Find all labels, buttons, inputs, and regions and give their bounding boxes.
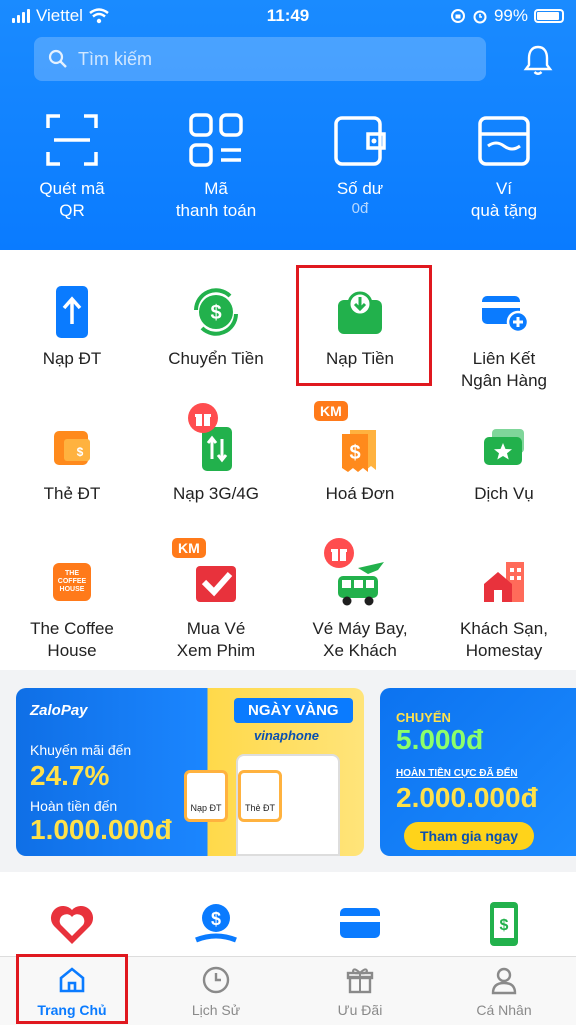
join-now-button: Tham gia ngay [404, 822, 535, 850]
hotel-icon [484, 562, 524, 602]
zalopay-logo: ZaloPay [30, 702, 88, 719]
highlight-box-home [16, 954, 128, 1024]
golden-day-tag: NGÀY VÀNG [234, 698, 353, 723]
svg-text:$: $ [210, 302, 221, 324]
svg-text:$: $ [500, 917, 509, 934]
tile-phone-topup: Nạp ĐT [184, 770, 228, 822]
money-hand-icon[interactable]: $ [192, 900, 240, 948]
quick-balance[interactable]: Số dư 0đ [288, 112, 432, 222]
service-services[interactable]: Dịch Vụ [432, 415, 576, 505]
battery-percent: 99% [493, 6, 528, 25]
service-hotel[interactable]: Khách Sạn, Homestay [432, 550, 576, 662]
nav-history[interactable]: Lịch Sử [144, 957, 288, 1025]
battery-icon [534, 9, 564, 23]
transfer-money-icon: $ [194, 288, 238, 336]
refund-amount: 1.000.000đ [30, 814, 172, 845]
km-badge: KM [172, 538, 206, 558]
quick-payment-code[interactable]: Mã thanh toán [144, 112, 288, 222]
cashback-amount: 2.000.000đ [396, 782, 538, 813]
services-row-2: $ $ [0, 872, 576, 956]
highlight-box-deposit [296, 265, 432, 386]
service-bank-link[interactable]: Liên Kết Ngân Hàng [432, 280, 576, 392]
gift-icon [195, 414, 211, 426]
bell-icon[interactable] [520, 42, 556, 78]
gift-wallet-icon [478, 116, 530, 166]
promo-banners: ZaloPay Khuyến mãi đến 24.7% Hoàn tiền đ… [0, 670, 576, 870]
services-icon [484, 429, 524, 465]
service-phone-card[interactable]: $ Thẻ ĐT [0, 415, 144, 505]
service-coffee-house[interactable]: THE COFFEE HOUSE The Coffee House [0, 550, 144, 662]
banner-zalopay-golden-day[interactable]: ZaloPay Khuyến mãi đến 24.7% Hoàn tiền đ… [16, 688, 364, 856]
quick-gift-wallet[interactable]: Ví quà tặng [432, 112, 576, 222]
service-flight-bus[interactable]: Vé Máy Bay, Xe Khách [288, 538, 432, 662]
phone-money-icon[interactable]: $ [486, 900, 522, 948]
payment-code-icon [189, 113, 243, 167]
rotation-lock-icon [450, 9, 465, 23]
bill-icon: $ [342, 430, 376, 472]
header-area: Viettel 11:49 99% Tìm kiếm Quét mã QR Mã… [0, 0, 576, 250]
bank-link-icon [482, 296, 530, 334]
banner-transfer-cashback[interactable]: CHUYỂN 5.000đ HOÀN TIỀN CỰC ĐÃ ĐẾN 2.000… [380, 688, 576, 856]
promo-percent: 24.7% [30, 760, 110, 791]
card-icon[interactable] [338, 906, 382, 940]
svg-text:$: $ [77, 445, 84, 459]
clock-icon [202, 966, 230, 994]
gift-icon [331, 549, 347, 561]
search-bar[interactable]: Tìm kiếm [34, 37, 486, 81]
wallet-icon [334, 116, 386, 166]
service-movie-ticket[interactable]: KM Mua Vé Xem Phim [144, 538, 288, 662]
phone-topup-icon [56, 286, 88, 338]
heart-icon[interactable] [48, 902, 96, 946]
status-bar: Viettel 11:49 99% [0, 0, 576, 32]
service-bill[interactable]: $ KM Hoá Đơn [288, 401, 432, 505]
movie-ticket-icon [196, 566, 236, 602]
transfer-amount: 5.000đ [396, 724, 484, 755]
svg-text:$: $ [349, 442, 360, 464]
service-phone-topup[interactable]: Nạp ĐT [0, 280, 144, 370]
vinaphone-logo: vinaphone [254, 728, 320, 743]
nav-profile[interactable]: Cá Nhân [432, 957, 576, 1025]
tile-phone-card: Thẻ ĐT [238, 770, 282, 822]
coffee-house-icon: THE COFFEE HOUSE [53, 563, 91, 601]
phone-card-icon: $ [54, 431, 90, 465]
alarm-icon [473, 10, 487, 24]
user-icon [491, 967, 517, 995]
promo-gift-badge [324, 538, 354, 568]
promo-gift-badge [188, 403, 218, 433]
nav-offers[interactable]: Ưu Đãi [288, 957, 432, 1025]
quick-actions: Quét mã QR Mã thanh toán Số dư 0đ Ví quà… [0, 112, 576, 222]
search-icon [48, 49, 67, 68]
search-placeholder: Tìm kiếm [78, 48, 152, 69]
svg-text:$: $ [211, 909, 221, 929]
km-badge: KM [314, 401, 348, 421]
service-transfer[interactable]: $ Chuyển Tiền [144, 280, 288, 370]
quick-scan-qr[interactable]: Quét mã QR [0, 112, 144, 222]
balance-value: 0đ [351, 200, 369, 217]
services-grid: Nạp ĐT $ Chuyển Tiền Nạp Tiền Liên Kết N… [0, 250, 576, 670]
qr-scan-icon [46, 114, 98, 166]
service-data-topup[interactable]: Nạp 3G/4G [144, 403, 288, 505]
gift-icon [346, 968, 374, 994]
